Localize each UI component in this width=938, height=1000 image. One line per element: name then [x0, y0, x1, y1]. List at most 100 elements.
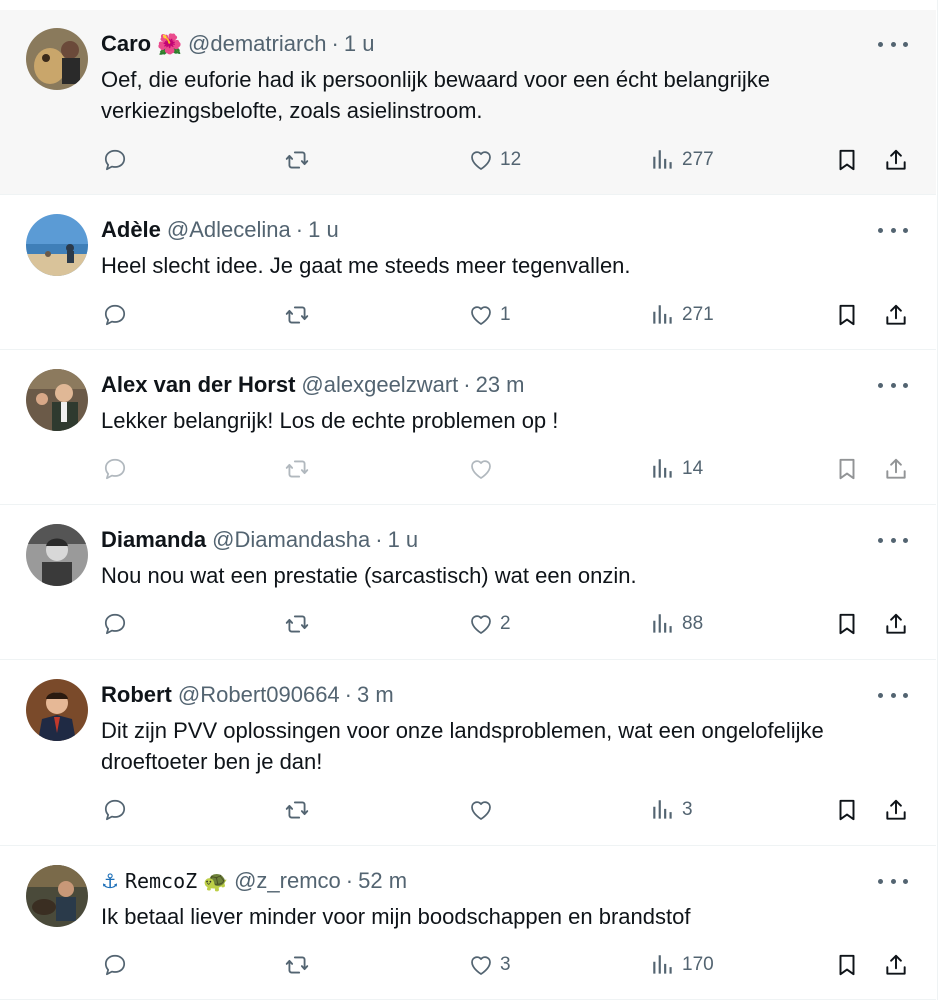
author-handle[interactable]: @Diamandasha [212, 527, 370, 553]
reply-icon [104, 458, 126, 480]
like-button[interactable]: 12 [468, 145, 521, 175]
tweet-alex[interactable]: Alex van der Horst @alexgeelzwart · 23 m… [0, 351, 936, 505]
action-bar: 1 271 [0, 300, 936, 330]
views-button[interactable]: 170 [650, 950, 714, 980]
retweet-icon [285, 615, 309, 633]
action-bar: 2 88 [0, 609, 936, 639]
retweet-button[interactable] [284, 609, 316, 639]
tweet-text: Dit zijn PVV oplossingen voor onze lands… [101, 718, 824, 774]
view-count: 271 [682, 304, 714, 325]
more-options-icon[interactable] [878, 869, 908, 893]
like-button[interactable] [468, 454, 500, 484]
share-button[interactable] [883, 950, 909, 980]
like-button[interactable]: 2 [468, 609, 511, 639]
avatar[interactable] [26, 865, 88, 927]
bookmark-button[interactable] [834, 609, 860, 639]
view-count: 88 [682, 613, 704, 634]
like-button[interactable] [468, 795, 500, 825]
author-handle[interactable]: @Robert090664 [178, 682, 340, 708]
action-bar: 3 [0, 795, 936, 825]
like-button[interactable]: 1 [468, 300, 511, 330]
timestamp[interactable]: 3 m [357, 682, 394, 708]
more-options-icon[interactable] [878, 528, 908, 552]
tweet-text: Oef, die euforie had ik persoonlijk bewa… [101, 67, 770, 123]
tweet-diamanda[interactable]: Diamanda @Diamandasha · 1 u Nou nou wat … [0, 506, 936, 660]
bookmark-button[interactable] [834, 300, 860, 330]
like-button[interactable]: 3 [468, 950, 511, 980]
tweet-header: Alex van der Horst @alexgeelzwart · 23 m [101, 370, 525, 400]
avatar[interactable] [26, 28, 88, 90]
reply-button[interactable] [102, 609, 134, 639]
like-count: 1 [500, 304, 511, 325]
views-button[interactable]: 14 [650, 454, 703, 484]
reply-icon [104, 954, 126, 976]
avatar[interactable] [26, 679, 88, 741]
author-name[interactable]: Caro [101, 31, 151, 57]
tweet-robert[interactable]: Robert @Robert090664 · 3 m Dit zijn PVV … [0, 661, 936, 846]
heart-icon [471, 615, 491, 634]
retweet-icon [285, 801, 309, 819]
avatar[interactable] [26, 524, 88, 586]
author-handle[interactable]: @dematriarch [188, 31, 327, 57]
separator: · [463, 372, 471, 397]
share-button[interactable] [883, 300, 909, 330]
retweet-button[interactable] [284, 454, 316, 484]
timestamp[interactable]: 23 m [476, 372, 525, 398]
reply-button[interactable] [102, 950, 134, 980]
author-name[interactable]: Robert [101, 682, 172, 708]
share-button[interactable] [883, 795, 909, 825]
more-options-icon[interactable] [878, 683, 908, 707]
view-count: 14 [682, 458, 704, 479]
share-button[interactable] [883, 454, 909, 484]
more-options-icon[interactable] [878, 373, 908, 397]
tweet-caro[interactable]: Caro 🌺 @dematriarch · 1 u Oef, die eufor… [0, 10, 936, 195]
author-handle[interactable]: @Adlecelina [167, 217, 291, 243]
tweet-adele[interactable]: Adèle @Adlecelina · 1 u Heel slecht idee… [0, 196, 936, 350]
retweet-button[interactable] [284, 950, 316, 980]
author-handle[interactable]: @z_remco [234, 868, 341, 894]
retweet-button[interactable] [284, 300, 316, 330]
separator: · [345, 868, 354, 893]
share-button[interactable] [883, 145, 909, 175]
timestamp[interactable]: 1 u [388, 527, 419, 553]
reply-button[interactable] [102, 300, 134, 330]
bookmark-button[interactable] [834, 454, 860, 484]
views-bar-chart-icon [653, 614, 672, 633]
views-button[interactable]: 88 [650, 609, 703, 639]
tweet-header: Diamanda @Diamandasha · 1 u [101, 525, 418, 555]
bookmark-button[interactable] [834, 795, 860, 825]
author-name[interactable]: Adèle [101, 217, 161, 243]
reply-icon [104, 304, 126, 326]
author-handle[interactable]: @alexgeelzwart [301, 372, 458, 398]
bookmark-button[interactable] [834, 145, 860, 175]
more-options-icon[interactable] [878, 32, 908, 56]
avatar[interactable] [26, 214, 88, 276]
avatar[interactable] [26, 369, 88, 431]
tweet-header: Adèle @Adlecelina · 1 u [101, 215, 339, 245]
reply-icon [104, 799, 126, 821]
share-icon [886, 458, 906, 479]
timestamp[interactable]: 52 m [358, 868, 407, 894]
views-bar-chart-icon [653, 150, 672, 169]
reply-button[interactable] [102, 795, 134, 825]
reply-button[interactable] [102, 145, 134, 175]
author-name[interactable]: RemcoZ [125, 869, 197, 893]
views-button[interactable]: 277 [650, 145, 714, 175]
retweet-button[interactable] [284, 145, 316, 175]
tweet-text: Nou nou wat een prestatie (sarcastisch) … [101, 563, 637, 588]
more-options-icon[interactable] [878, 218, 908, 242]
views-button[interactable]: 271 [650, 300, 714, 330]
views-bar-chart-icon [653, 305, 672, 324]
heart-icon [471, 801, 491, 820]
author-name[interactable]: Alex van der Horst [101, 372, 295, 398]
timestamp[interactable]: 1 u [308, 217, 339, 243]
tweet-header: Robert @Robert090664 · 3 m [101, 680, 394, 710]
timestamp[interactable]: 1 u [344, 31, 375, 57]
views-button[interactable]: 3 [650, 795, 693, 825]
bookmark-button[interactable] [834, 950, 860, 980]
retweet-button[interactable] [284, 795, 316, 825]
share-button[interactable] [883, 609, 909, 639]
author-name[interactable]: Diamanda [101, 527, 206, 553]
reply-button[interactable] [102, 454, 134, 484]
tweet-remcoz[interactable]: ⚓ RemcoZ 🐢 @z_remco · 52 m Ik betaal lie… [0, 847, 936, 1000]
